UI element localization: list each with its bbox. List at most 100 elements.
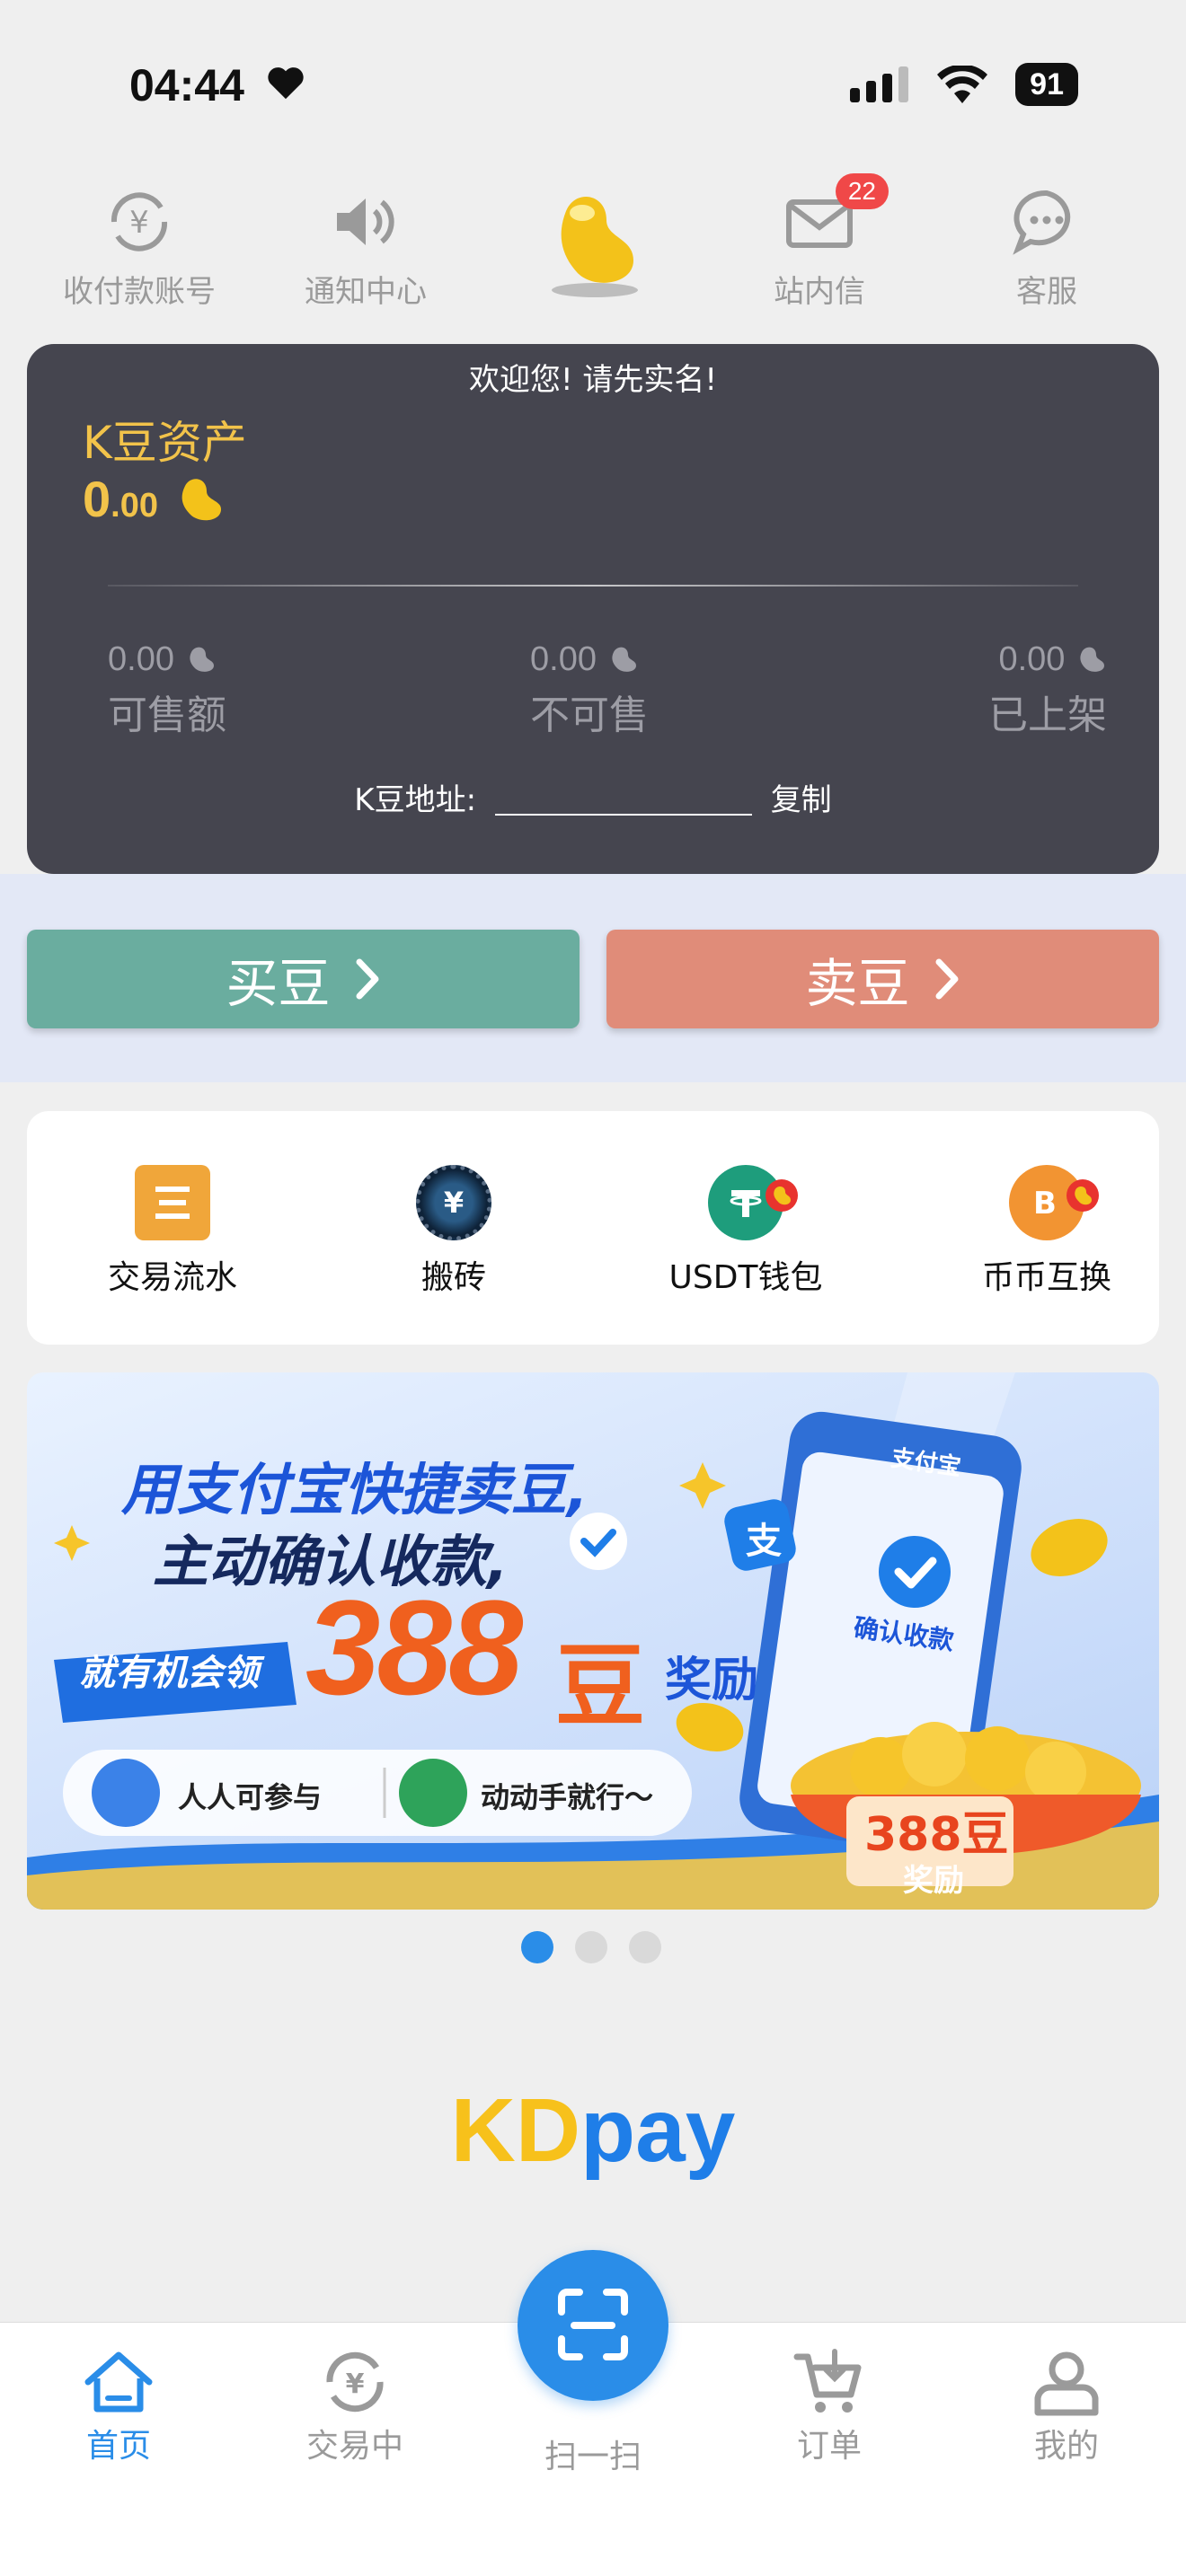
- svg-text:¥: ¥: [444, 1186, 464, 1220]
- trading-icon: ¥: [326, 2351, 384, 2413]
- bitcoin-icon: B: [1009, 1165, 1099, 1240]
- carousel-dot[interactable]: [521, 1931, 553, 1963]
- alipay-chip: 支: [746, 1521, 782, 1562]
- status-right: 91: [850, 63, 1078, 106]
- quick-item-transactions[interactable]: 交易流水: [74, 1165, 271, 1298]
- stat-value: 0.00: [108, 640, 174, 678]
- cart-icon: [793, 2349, 862, 2413]
- asset-value-dec: .00: [111, 487, 158, 525]
- signal-icon: [850, 66, 909, 102]
- top-nav-messages[interactable]: 站内信 22: [734, 173, 905, 311]
- svg-text:B: B: [1033, 1186, 1057, 1222]
- banner-pill2: 动动手就行～: [481, 1780, 654, 1814]
- stat-unsellable: 0.00 不可售: [530, 640, 728, 740]
- welcome-text: 欢迎您! 请先实名!: [468, 362, 718, 398]
- status-time: 04:44: [129, 60, 244, 110]
- top-nav-notifications[interactable]: 通知中心: [280, 184, 451, 311]
- battery-indicator: 91: [1015, 63, 1078, 106]
- bean-badge-icon: [766, 1179, 798, 1212]
- carousel-dots: [521, 1931, 661, 1963]
- banner-reward: 奖励: [665, 1654, 759, 1707]
- tether-icon: [708, 1165, 798, 1240]
- card-divider: [108, 585, 1078, 587]
- copy-button[interactable]: 复制: [771, 782, 832, 818]
- tab-profile[interactable]: 我的: [977, 2348, 1156, 2466]
- asset-value: 0.00: [83, 470, 226, 528]
- banner-tag: 就有机会领: [79, 1653, 259, 1694]
- quick-label: 币币互换: [981, 1259, 1111, 1296]
- tab-label: 交易中: [305, 2428, 403, 2465]
- heart-icon: [266, 65, 305, 104]
- address-row: K豆地址: 复制: [27, 775, 1159, 819]
- top-nav-bean-mascot[interactable]: [508, 184, 678, 308]
- asset-title: K豆资产: [83, 417, 247, 469]
- sell-label: 卖豆: [805, 953, 910, 1014]
- scan-button[interactable]: [518, 2250, 668, 2401]
- address-label: K豆地址:: [354, 782, 477, 818]
- stat-listed: 0.00 已上架: [954, 640, 1107, 740]
- stat-sellable: 0.00 可售额: [108, 640, 305, 740]
- tab-label: 我的: [1033, 2428, 1099, 2465]
- banner-pill1: 人人可参与: [178, 1780, 323, 1814]
- chevron-right-icon: [935, 958, 958, 1000]
- top-nav-label: 客服: [1016, 274, 1077, 310]
- user-icon: [1034, 2351, 1099, 2416]
- quick-item-usdt-wallet[interactable]: USDT钱包: [647, 1165, 845, 1298]
- stat-label: 不可售: [530, 693, 649, 738]
- tab-home[interactable]: 首页: [29, 2348, 208, 2466]
- bowl-amount: 388豆: [864, 1808, 1009, 1862]
- banner-amount: 388: [305, 1572, 523, 1723]
- buy-bean-button[interactable]: 买豆: [27, 930, 580, 1028]
- asset-value-int: 0: [83, 471, 111, 527]
- list-icon: [135, 1165, 210, 1240]
- speaker-icon: [337, 198, 394, 245]
- buy-label: 买豆: [226, 953, 331, 1014]
- banner-bean: 豆: [555, 1634, 645, 1739]
- unread-badge: 22: [835, 173, 889, 209]
- grey-bean-icon: [189, 647, 214, 672]
- sell-bean-button[interactable]: 卖豆: [606, 930, 1159, 1028]
- logo-part1: KD: [450, 2080, 581, 2181]
- scan-icon: [558, 2289, 628, 2360]
- home-icon: [84, 2351, 153, 2413]
- chevron-right-icon: [356, 958, 378, 1000]
- top-nav-payment-accounts[interactable]: ¥ 收付款账号: [54, 184, 225, 311]
- tab-orders[interactable]: 订单: [739, 2348, 919, 2466]
- earn-icon: ¥: [416, 1165, 491, 1240]
- tab-trading[interactable]: ¥ 交易中: [265, 2348, 445, 2466]
- svg-text:¥: ¥: [346, 2369, 365, 2400]
- quick-menu: 交易流水 ¥ 搬砖 USDT钱包 B 币币互换: [27, 1111, 1159, 1345]
- tab-label: 扫一扫: [544, 2439, 642, 2475]
- bean-badge-icon: [1067, 1179, 1099, 1212]
- chat-bubble-icon: [1013, 190, 1071, 255]
- stat-value: 0.00: [998, 640, 1066, 678]
- top-nav-label: 站内信: [774, 274, 865, 310]
- quick-item-earn[interactable]: ¥ 搬砖: [355, 1165, 553, 1298]
- logo-part2: pay: [580, 2080, 736, 2181]
- tab-label: 首页: [85, 2428, 151, 2465]
- carousel-dot[interactable]: [629, 1931, 661, 1963]
- carousel-dot[interactable]: [575, 1931, 607, 1963]
- address-value-field: [494, 789, 752, 816]
- tab-scan[interactable]: 扫一扫: [503, 2430, 683, 2477]
- top-nav-label: 收付款账号: [63, 274, 216, 310]
- wifi-icon: [937, 66, 988, 103]
- grey-bean-icon: [611, 647, 636, 672]
- banner-line1: 用支付宝快捷卖豆,: [121, 1457, 589, 1522]
- promo-banner[interactable]: 用支付宝快捷卖豆, 主动确认收款, 就有机会领 388 豆 奖励 人人可参与 动…: [27, 1372, 1159, 1910]
- golden-bean-icon: [552, 196, 638, 297]
- quick-label: 交易流水: [107, 1259, 237, 1296]
- bean-coin-icon: [181, 479, 221, 521]
- stat-label: 已上架: [988, 693, 1107, 738]
- quick-label: USDT钱包: [668, 1259, 823, 1296]
- svg-text:¥: ¥: [129, 205, 149, 241]
- top-nav-label: 通知中心: [305, 274, 427, 310]
- tab-label: 订单: [796, 2428, 862, 2465]
- quick-item-coin-swap[interactable]: B 币币互换: [948, 1165, 1146, 1298]
- top-nav-customer-service[interactable]: 客服: [961, 184, 1132, 311]
- kdpay-logo: KDpay: [0, 2079, 1186, 2183]
- bowl-reward: 奖励: [903, 1863, 964, 1899]
- yuan-refresh-icon: ¥: [111, 192, 168, 251]
- quick-label: 搬砖: [420, 1259, 486, 1296]
- asset-card: 欢迎您! 请先实名! K豆资产 0.00 0.00 可售额 0.00 不可售 0…: [27, 344, 1159, 874]
